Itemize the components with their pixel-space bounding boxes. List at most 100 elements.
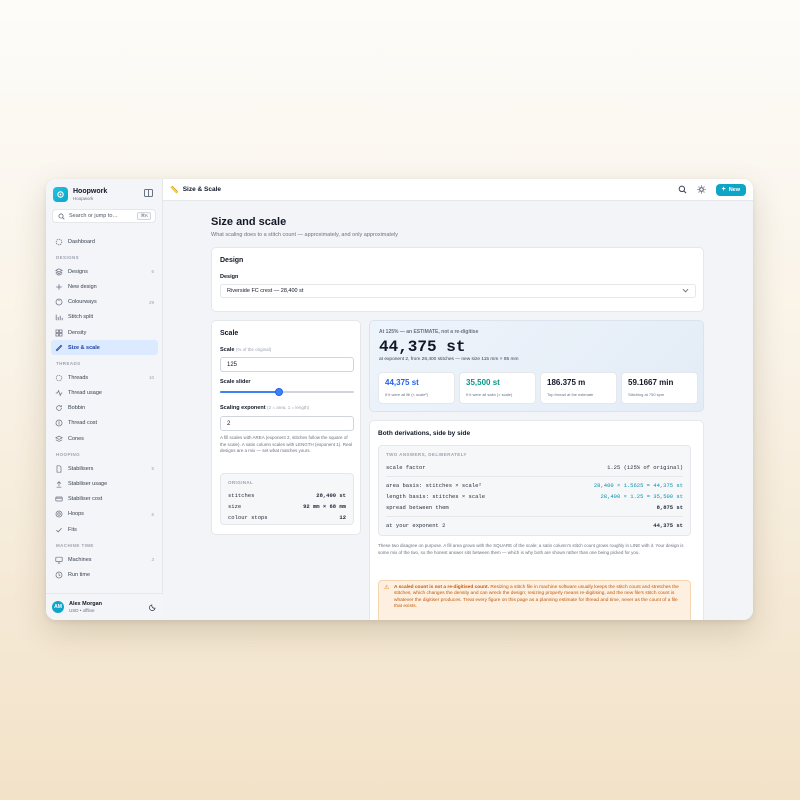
scale-slider[interactable] [220,388,354,396]
sidebar-item-dashboard[interactable]: Dashboard [51,234,158,249]
sidebar-section-heading: HOOPING [56,452,81,458]
sidebar-item-cones[interactable]: Cones [51,431,158,446]
sidebar-item-stabilisers[interactable]: Stabilisers 5 [51,461,158,476]
palette-icon [55,298,63,306]
row-value: 92 mm × 68 mm [303,503,346,510]
design-select[interactable]: Riverside FC crest — 28,400 st [220,284,696,298]
sidebar-item-fits[interactable]: Fits [51,522,158,537]
target-icon [55,510,63,518]
exponent-label-row: Scaling exponent (2 = area, 1 = length) [220,405,309,411]
row-value: 28,400 st [316,492,346,499]
original-heading: ORIGINAL [228,480,254,485]
sidebar-item-label: Threads [68,374,89,381]
scale-slider-label: Scale slider [220,379,251,385]
avatar: AM [52,601,64,613]
sidebar-item-density[interactable]: Density [51,325,158,340]
spool-icon [55,374,63,382]
sidebar-item-thread-usage[interactable]: Thread usage [51,386,158,401]
sidebar-item-label: Colourways [68,299,97,306]
sidebar-item-count: 3 [151,557,154,563]
estimate-tag: At 125% — an ESTIMATE, not a re-digitise [379,329,479,335]
scale-input[interactable]: 125 [220,357,354,372]
sidebar-item-colourways[interactable]: Colourways 29 [51,295,158,310]
row-key: scale factor [386,464,426,471]
refresh-icon [55,404,63,412]
sidebar-item-run-time[interactable]: Run time [51,567,158,582]
scale-help-text: A fill scales with AREA (exponent 2, sti… [220,435,353,453]
deriv-row: at your exponent 2 44,375 st [386,522,683,529]
sidebar-item-count: 29 [148,299,154,305]
sidebar-item-new-design[interactable]: New design [51,279,158,294]
sidebar-item-size-scale[interactable]: Size & scale [51,340,158,356]
sidebar-item-label: Stitch split [68,314,94,321]
user-name: Alex Morgan [69,601,103,607]
estimate-value: 44,375 st [379,338,466,356]
bar-chart-icon [55,313,63,321]
sidebar-item-count: 6 [151,269,154,275]
sidebar-item-count: 10 [148,375,154,381]
sidebar-item-threads[interactable]: Threads 10 [51,370,158,385]
stat-value: 186.375 m [547,378,586,387]
activity-icon [55,389,63,397]
sidebar-item-hoops[interactable]: Hoops 6 [51,507,158,522]
main-area: 📏 Size & Scale + New Size and scale What… [163,179,753,620]
row-value: 44,375 st [653,522,683,529]
stat-value: 59.1667 min [628,378,674,387]
sidebar-item-label: Machines [68,556,92,563]
scale-label: Scale [220,347,235,353]
stat-value: 44,375 st [385,378,419,387]
scale-label-row: Scale (% of the original) [220,347,271,353]
sidebar-item-label: Run time [68,571,91,578]
exponent-input[interactable]: 2 [220,416,354,431]
collapse-sidebar-icon[interactable] [144,189,153,197]
chevron-down-icon [682,288,689,295]
derivations-paragraph: These two disagree on purpose. A fill ar… [378,543,684,555]
sidebar-item-label: Density [68,329,87,336]
upload-icon [55,480,63,488]
sidebar-item-label: Fits [68,526,77,533]
search-icon[interactable] [677,184,689,196]
sidebar-item-designs[interactable]: Designs 6 [51,264,158,279]
row-key: size [228,503,242,510]
new-button[interactable]: + New [715,183,746,196]
search-input[interactable]: Search or jump to… ⌘K [52,209,156,223]
file-icon [55,465,63,473]
sidebar-item-label: Stabiliser cost [68,496,103,503]
exponent-input-value: 2 [227,420,231,427]
scale-card-title: Scale [220,330,239,337]
deriv-row: spread between them 8,875 st [386,504,683,511]
design-card: Design Design Riverside FC crest — 28,40… [211,247,704,312]
sidebar-item-thread-cost[interactable]: Thread cost [51,416,158,431]
deriv-row: area basis: stitches × scale² 28,400 × 1.… [386,482,683,489]
row-key: at your exponent 2 [386,522,446,529]
sidebar-item-label: Designs [68,268,88,275]
sidebar-item-stitch-split[interactable]: Stitch split [51,310,158,325]
sidebar-item-bobbin[interactable]: Bobbin [51,401,158,416]
user-meta: USD • offline [69,608,95,613]
page-breadcrumb-title: Size & Scale [182,186,222,193]
row-value: 1.25 (125% of original) [607,464,683,471]
original-row: colour stops 12 [228,514,346,521]
page-title: Size and scale [211,216,287,228]
sidebar-item-machines[interactable]: Machines 3 [51,552,158,567]
coin-icon [55,419,63,427]
row-value: 12 [339,514,346,521]
row-value: 28,400 × 1.5625 = 44,375 st [593,482,683,489]
search-icon [57,212,65,220]
sidebar-item-stabiliser-usage[interactable]: Stabiliser usage [51,476,158,491]
sidebar-item-label: Hoops [68,511,84,518]
scale-card: Scale Scale (% of the original) 125 Scal… [211,320,361,535]
design-label: Design [220,274,239,280]
slider-fill [220,391,279,393]
sun-icon[interactable] [696,184,708,196]
stat-card: 35,500 st If it were all satin (× scale) [459,372,536,404]
moon-icon[interactable] [149,603,157,611]
estimate-panel: At 125% — an ESTIMATE, not a re-digitise… [369,320,704,412]
slider-thumb[interactable] [274,388,283,396]
sidebar-item-label: Thread cost [68,420,98,427]
user-profile[interactable]: AM Alex Morgan USD • offline [46,593,163,620]
row-key: length basis: stitches × scale [386,493,486,500]
row-key: stitches [228,492,255,499]
sidebar-item-stabiliser-cost[interactable]: Stabiliser cost [51,492,158,507]
sidebar-nav: Dashboard DESIGNS Designs 6 New design Colou… [51,234,158,583]
